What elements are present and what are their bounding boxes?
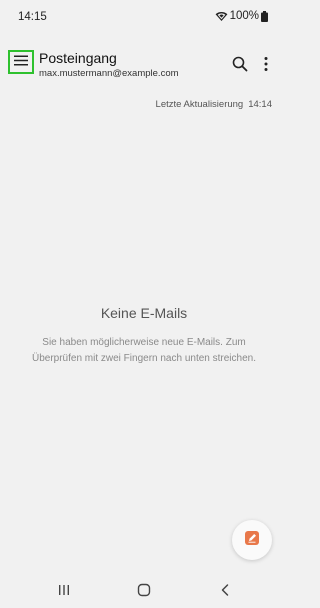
status-bar: 14:15 100%	[0, 0, 288, 36]
more-vert-icon	[257, 57, 275, 77]
back-icon	[219, 583, 231, 602]
back-button[interactable]	[213, 582, 237, 602]
last-update-time: 14:14	[248, 99, 272, 110]
last-update-label: Letzte Aktualisierung	[155, 99, 244, 110]
page-title: Posteingang	[39, 50, 117, 66]
search-icon	[231, 56, 249, 77]
system-nav-bar	[0, 576, 288, 608]
home-button[interactable]	[132, 582, 156, 602]
empty-state: Keine E-Mails Sie haben möglicherweise n…	[0, 305, 288, 367]
battery-icon	[261, 10, 268, 22]
menu-button[interactable]	[8, 50, 34, 74]
wifi-icon	[215, 11, 228, 22]
home-icon	[137, 583, 151, 602]
battery-percent: 100%	[229, 10, 259, 22]
app-bar: Posteingang max.mustermann@example.com	[0, 44, 288, 86]
recents-button[interactable]	[52, 582, 76, 602]
search-button[interactable]	[231, 55, 249, 73]
last-update: Letzte Aktualisierung 14:14	[156, 99, 272, 110]
status-time: 14:15	[18, 11, 47, 23]
compose-button[interactable]	[232, 520, 272, 560]
status-indicators: 100%	[215, 10, 268, 22]
more-options-button[interactable]	[257, 55, 275, 73]
menu-icon	[14, 53, 28, 71]
empty-state-description: Sie haben möglicherweise neue E-Mails. Z…	[31, 337, 256, 364]
recents-icon	[57, 583, 71, 601]
compose-icon	[244, 530, 260, 551]
empty-state-title: Keine E-Mails	[100, 305, 188, 321]
account-email: max.mustermann@example.com	[39, 68, 179, 79]
title-block: Posteingang max.mustermann@example.com	[39, 50, 179, 80]
